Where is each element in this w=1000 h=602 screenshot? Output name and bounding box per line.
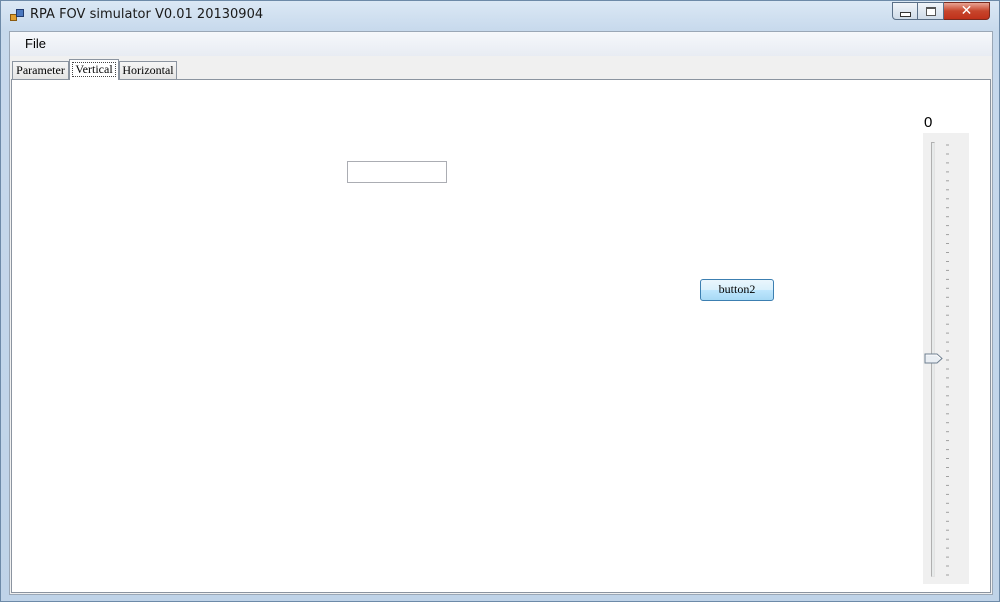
- tab-parameter-label: Parameter: [16, 63, 65, 77]
- tab-vertical-label: Vertical: [72, 62, 116, 77]
- caption-buttons: ✕: [892, 2, 990, 21]
- close-icon: ✕: [960, 3, 973, 19]
- close-button[interactable]: ✕: [944, 2, 990, 20]
- maximize-button[interactable]: [918, 2, 944, 20]
- menu-file[interactable]: File: [19, 34, 52, 54]
- trackbar-thumb[interactable]: [924, 353, 943, 364]
- tab-strip: Parameter Vertical Horizontal: [12, 59, 992, 80]
- tab-parameter[interactable]: Parameter: [12, 61, 69, 79]
- window-title: RPA FOV simulator V0.01 20130904: [30, 7, 264, 22]
- maximize-icon: [925, 6, 936, 16]
- minimize-icon: [899, 11, 911, 17]
- textbox-input[interactable]: [347, 161, 447, 183]
- client-area: File Parameter Vertical Horizontal butto…: [9, 31, 993, 595]
- slider-value-label: 0: [924, 114, 933, 131]
- trackbar-ticks: [946, 144, 949, 576]
- button2[interactable]: button2: [700, 279, 774, 301]
- app-icon[interactable]: [10, 9, 24, 22]
- app-window: RPA FOV simulator V0.01 20130904 ✕ File …: [0, 0, 1000, 602]
- tab-vertical[interactable]: Vertical: [69, 59, 119, 80]
- tab-horizontal[interactable]: Horizontal: [119, 61, 177, 79]
- minimize-button[interactable]: [892, 2, 918, 20]
- menu-bar: File: [10, 32, 992, 56]
- tab-horizontal-label: Horizontal: [122, 63, 174, 77]
- app-icon-square-blue: [16, 9, 24, 17]
- title-bar[interactable]: RPA FOV simulator V0.01 20130904 ✕: [1, 1, 999, 30]
- tab-page-vertical: button2 0: [11, 79, 991, 593]
